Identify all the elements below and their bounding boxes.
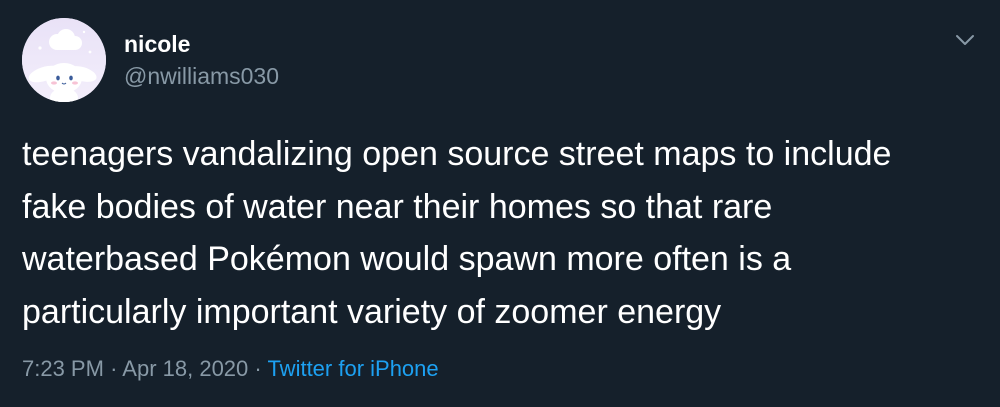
avatar-image — [22, 18, 106, 102]
tweet-text-line: waterbased Pokémon would spawn more ofte… — [22, 240, 792, 278]
tweet-date[interactable]: Apr 18, 2020 — [122, 356, 248, 381]
avatar[interactable] — [22, 18, 106, 102]
tweet-time[interactable]: 7:23 PM — [22, 356, 104, 381]
chevron-down-icon[interactable] — [950, 28, 980, 52]
tweet-card: nicole @nwilliams030 teenagers vandalizi… — [0, 0, 1000, 407]
tweet-text-line: fake bodies of water near their homes so… — [22, 187, 773, 226]
tweet-text-line: particularly important variety of zoomer… — [22, 292, 722, 331]
meta-separator: · — [254, 356, 262, 381]
user-handle[interactable]: @nwilliams030 — [124, 62, 279, 90]
tweet-meta: 7:23 PM · Apr 18, 2020 · Twitter for iPh… — [22, 355, 439, 383]
meta-separator: · — [110, 356, 118, 381]
tweet-source-link[interactable]: Twitter for iPhone — [267, 356, 438, 381]
user-name[interactable]: nicole — [124, 30, 190, 58]
tweet-text-line: teenagers vandalizing open source street… — [22, 135, 892, 173]
tweet-text: teenagers vandalizing open source street… — [22, 128, 982, 338]
